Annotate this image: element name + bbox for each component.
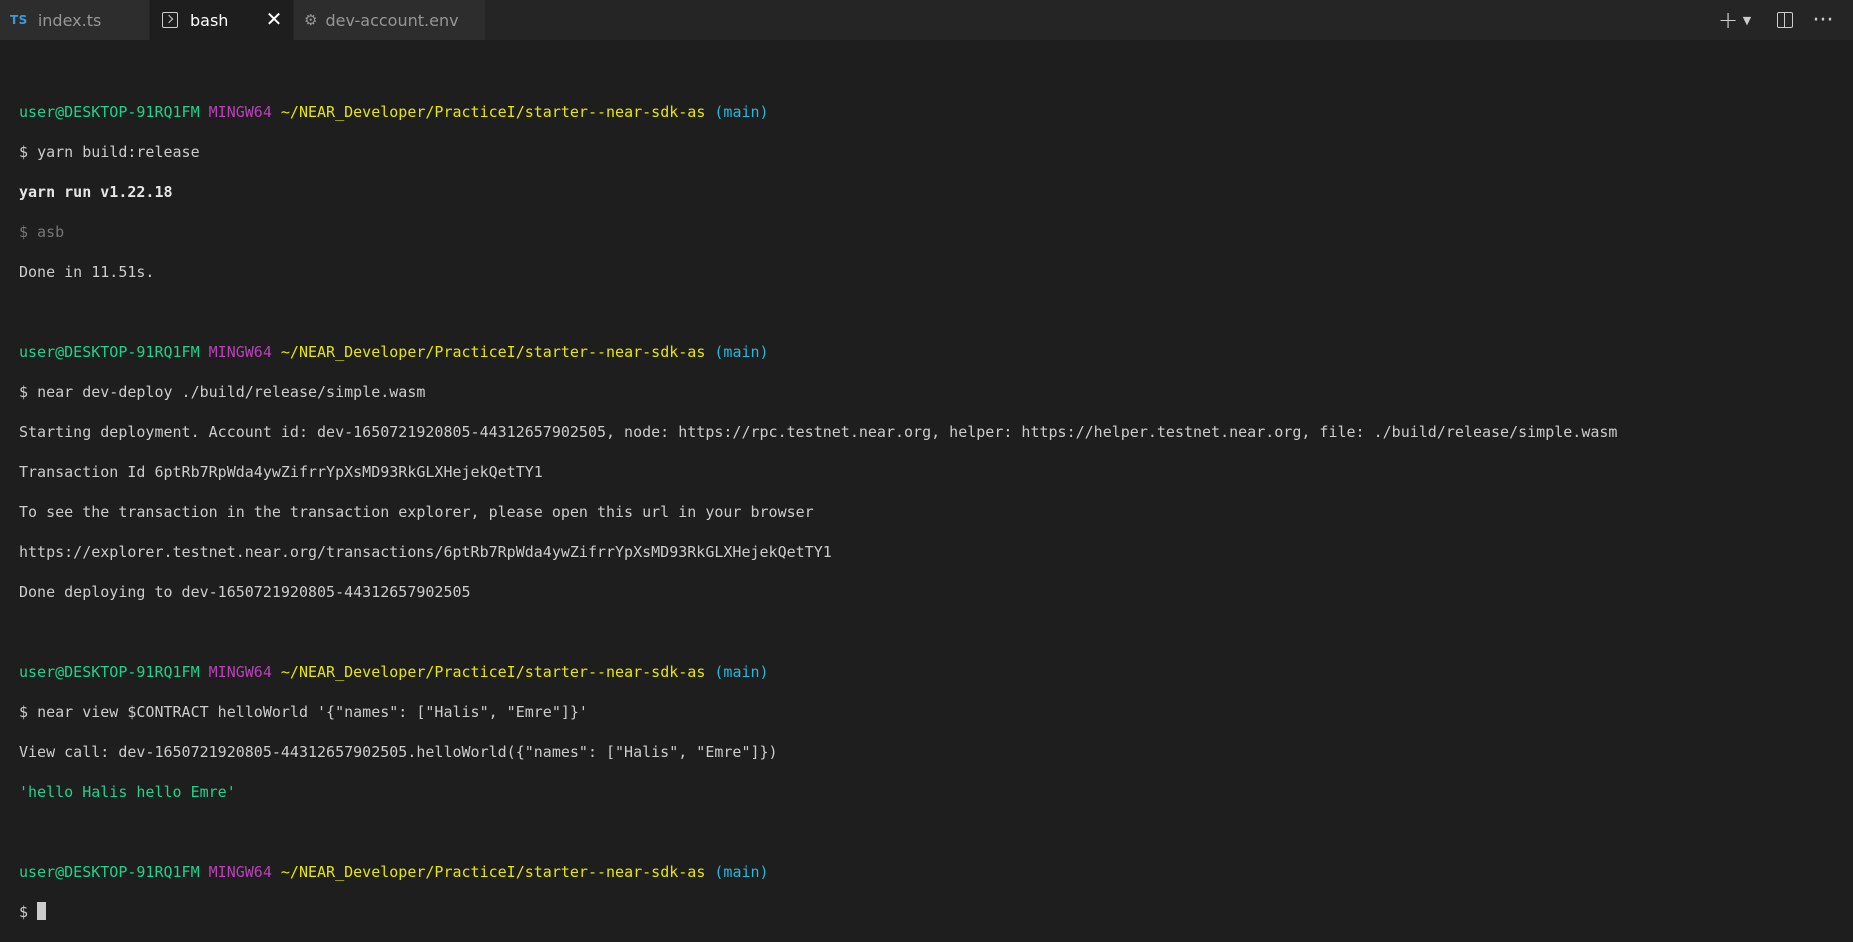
- command-text: near dev-deploy ./build/release/simple.w…: [37, 383, 426, 401]
- typescript-icon: TS: [10, 13, 28, 27]
- output-line: yarn run v1.22.18: [19, 183, 173, 201]
- tab-dev-account-env[interactable]: ⚙ dev-account.env: [294, 0, 486, 40]
- command-line: $ near view $CONTRACT helloWorld '{"name…: [19, 702, 1617, 722]
- output-line: $ asb: [19, 223, 65, 241]
- output-line: Transaction Id 6ptRb7RpWda4ywZifrrYpXsMD…: [19, 463, 543, 481]
- command-line: $ yarn build:release: [19, 142, 1617, 162]
- prompt-symbol: $: [19, 703, 29, 721]
- prompt-symbol: $: [19, 143, 29, 161]
- command-text: near view $CONTRACT helloWorld '{"names"…: [37, 703, 588, 721]
- prompt-path: ~/NEAR_Developer/PracticeI/starter--near…: [280, 103, 706, 121]
- prompt-branch: (main): [714, 863, 769, 881]
- prompt-branch: (main): [714, 663, 769, 681]
- output-line: Done in 11.51s.: [19, 263, 155, 281]
- prompt-shell: MINGW64: [208, 863, 272, 881]
- prompt-user: user@DESKTOP-91RQ1FM: [19, 663, 200, 681]
- tab-index-ts[interactable]: TS index.ts: [0, 0, 150, 40]
- prompt-path: ~/NEAR_Developer/PracticeI/starter--near…: [280, 343, 706, 361]
- output-line: 'hello Halis hello Emre': [19, 783, 236, 801]
- tab-bash[interactable]: bash ✕: [150, 0, 294, 40]
- prompt-branch: (main): [714, 343, 769, 361]
- tab-label: index.ts: [37, 10, 102, 30]
- terminal-cursor: [37, 902, 47, 920]
- close-icon[interactable]: ✕: [265, 9, 283, 29]
- editor-tab-bar: TS index.ts bash ✕ ⚙ dev-account.env + ▼…: [0, 0, 1853, 40]
- prompt-shell: MINGW64: [208, 343, 272, 361]
- prompt-branch: (main): [714, 103, 769, 121]
- command-line[interactable]: $: [19, 902, 1617, 922]
- prompt-symbol: $: [19, 903, 29, 921]
- command-line: $ near dev-deploy ./build/release/simple…: [19, 382, 1617, 402]
- command-text: yarn build:release: [37, 143, 200, 161]
- chevron-down-icon[interactable]: ▼: [1739, 0, 1755, 40]
- prompt-symbol: $: [19, 383, 29, 401]
- tab-label: dev-account.env: [325, 10, 459, 30]
- prompt-line: user@DESKTOP-91RQ1FM MINGW64 ~/NEAR_Deve…: [19, 862, 1617, 882]
- prompt-user: user@DESKTOP-91RQ1FM: [19, 103, 200, 121]
- prompt-path: ~/NEAR_Developer/PracticeI/starter--near…: [280, 663, 706, 681]
- tab-label: bash: [190, 10, 229, 30]
- prompt-path: ~/NEAR_Developer/PracticeI/starter--near…: [280, 863, 706, 881]
- prompt-line: user@DESKTOP-91RQ1FM MINGW64 ~/NEAR_Deve…: [19, 662, 1617, 682]
- prompt-user: user@DESKTOP-91RQ1FM: [19, 343, 200, 361]
- output-line: View call: dev-1650721920805-44312657902…: [19, 743, 778, 761]
- split-editor-icon[interactable]: [1771, 0, 1799, 40]
- prompt-shell: MINGW64: [208, 103, 272, 121]
- output-line: Done deploying to dev-1650721920805-4431…: [19, 583, 471, 601]
- prompt-shell: MINGW64: [208, 663, 272, 681]
- plus-icon[interactable]: +: [1717, 0, 1739, 40]
- prompt-line: user@DESKTOP-91RQ1FM MINGW64 ~/NEAR_Deve…: [19, 102, 1617, 122]
- prompt-user: user@DESKTOP-91RQ1FM: [19, 863, 200, 881]
- gear-icon: ⚙: [304, 11, 318, 29]
- more-actions-icon[interactable]: ···: [1811, 0, 1835, 40]
- prompt-line: user@DESKTOP-91RQ1FM MINGW64 ~/NEAR_Deve…: [19, 342, 1617, 362]
- output-line: https://explorer.testnet.near.org/transa…: [19, 543, 832, 561]
- output-line: Starting deployment. Account id: dev-165…: [19, 423, 1618, 441]
- terminal-actions: + ▼ ···: [1717, 0, 1853, 40]
- output-line: To see the transaction in the transactio…: [19, 503, 814, 521]
- terminal-output[interactable]: user@DESKTOP-91RQ1FM MINGW64 ~/NEAR_Deve…: [19, 82, 1617, 942]
- terminal-icon: [162, 12, 178, 28]
